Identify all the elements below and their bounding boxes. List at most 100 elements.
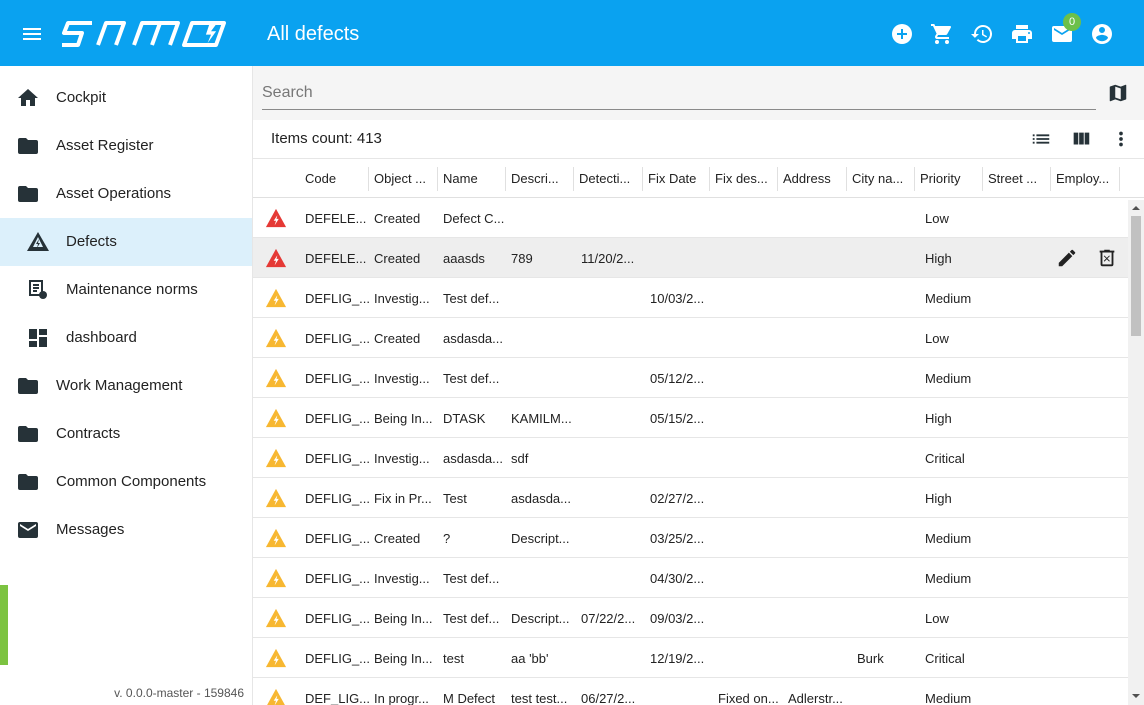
table-row[interactable]: DEFELE... Created Defect C... Low	[253, 198, 1128, 238]
table-row[interactable]: DEFLIG_... Investig... Test def... 05/12/2.…	[253, 358, 1128, 398]
table-cell: DEFLIG_...	[305, 371, 369, 386]
column-divider[interactable]	[1050, 167, 1051, 191]
critical-defect-icon	[265, 248, 287, 268]
version-label: v. 0.0.0-master - 159846	[114, 686, 244, 700]
column-header[interactable]: Name	[443, 171, 501, 186]
table-cell: 04/30/2...	[650, 571, 705, 586]
add-circle-icon[interactable]	[890, 22, 914, 46]
history-icon[interactable]	[970, 22, 994, 46]
status-indicator-bar	[0, 585, 8, 665]
warning-defect-icon	[265, 368, 287, 388]
page-title: All defects	[267, 23, 360, 45]
sidebar-item-contracts[interactable]: Contracts	[0, 410, 252, 458]
delete-icon[interactable]	[1096, 247, 1118, 269]
print-icon[interactable]	[1010, 22, 1034, 46]
columns-icon[interactable]	[1070, 128, 1092, 150]
column-header[interactable]: City na...	[852, 171, 910, 186]
table-cell: asdasda...	[511, 491, 571, 506]
sidebar-item-label: Maintenance norms	[66, 281, 198, 298]
column-divider[interactable]	[914, 167, 915, 191]
table-cell: DEFLIG_...	[305, 331, 369, 346]
column-divider[interactable]	[573, 167, 574, 191]
table-row[interactable]: DEFLIG_... Created asdasda... Low	[253, 318, 1128, 358]
scroll-thumb[interactable]	[1131, 216, 1141, 336]
vertical-scrollbar[interactable]	[1128, 200, 1144, 705]
sidebar-item-label: Common Components	[56, 473, 207, 490]
table-row[interactable]: DEFELE... Created aaasds 789 11/20/2... High	[253, 238, 1128, 278]
home-icon	[18, 89, 38, 106]
table-cell: Being In...	[374, 651, 433, 666]
sidebar-item-asset-operations[interactable]: Asset Operations	[0, 170, 252, 218]
column-header[interactable]: Fix des...	[715, 171, 773, 186]
column-header[interactable]: Object ...	[374, 171, 432, 186]
table-row[interactable]: DEF_LIG... In progr... M Defect test test..…	[253, 678, 1128, 705]
table-cell: aa 'bb'	[511, 651, 549, 666]
warning-defect-icon	[265, 608, 287, 628]
map-icon[interactable]	[1107, 82, 1129, 104]
table-cell: Low	[925, 211, 949, 226]
table-cell: Created	[374, 331, 421, 346]
sidebar-item-asset-register[interactable]: Asset Register	[0, 122, 252, 170]
column-header[interactable]: Employ...	[1056, 171, 1116, 186]
table-row[interactable]: DEFLIG_... Investig... Test def... 10/03/2.…	[253, 278, 1128, 318]
sidebar-item-dashboard[interactable]: dashboard	[0, 314, 252, 362]
column-divider[interactable]	[1119, 167, 1120, 191]
cart-icon[interactable]	[930, 22, 954, 46]
table-cell: DTASK	[443, 411, 486, 426]
column-header[interactable]: Address	[783, 171, 841, 186]
sidebar-item-cockpit[interactable]: Cockpit	[0, 74, 252, 122]
column-divider[interactable]	[437, 167, 438, 191]
more-vert-icon[interactable]	[1110, 128, 1132, 150]
table-row[interactable]: DEFLIG_... Created? Descript... 03/25/2... M…	[253, 518, 1128, 558]
column-divider[interactable]	[368, 167, 369, 191]
account-icon[interactable]	[1090, 22, 1114, 46]
table-cell: DEFLIG_...	[305, 611, 369, 626]
table-cell: Fix in Pr...	[374, 491, 432, 506]
column-divider[interactable]	[505, 167, 506, 191]
menu-icon[interactable]	[20, 22, 44, 46]
edit-icon[interactable]	[1056, 247, 1078, 269]
sidebar-item-maintenance-norms[interactable]: Maintenance norms	[0, 266, 252, 314]
column-header[interactable]: Priority	[920, 171, 978, 186]
table-cell: Investig...	[374, 371, 430, 386]
sidebar-item-messages[interactable]: Messages	[0, 506, 252, 554]
table-cell: DEFELE...	[305, 251, 367, 266]
sidebar-item-common-components[interactable]: Common Components	[0, 458, 252, 506]
sidebar-item-label: Work Management	[56, 377, 183, 394]
table-cell: Test def...	[443, 371, 500, 386]
column-header[interactable]: Code	[305, 171, 363, 186]
column-divider[interactable]	[982, 167, 983, 191]
table-row[interactable]: DEFLIG_... Being In... test aa 'bb' 12/19/2.…	[253, 638, 1128, 678]
table-cell: 02/27/2...	[650, 491, 705, 506]
table-cell: Created	[374, 251, 421, 266]
warning-defect-icon	[265, 488, 287, 508]
column-divider[interactable]	[846, 167, 847, 191]
table-row[interactable]: DEFLIG_... Investig... asdasda... sdf Critic…	[253, 438, 1128, 478]
column-header[interactable]: Detecti...	[579, 171, 637, 186]
scroll-down-icon[interactable]	[1132, 692, 1140, 700]
list-view-icon[interactable]	[1030, 128, 1052, 150]
sidebar-item-defects[interactable]: Defects	[0, 218, 252, 266]
column-divider[interactable]	[709, 167, 710, 191]
table-row[interactable]: DEFLIG_... Being In... Test def... Descript…	[253, 598, 1128, 638]
table-cell: Investig...	[374, 451, 430, 466]
column-divider[interactable]	[777, 167, 778, 191]
table-cell: 10/03/2...	[650, 291, 705, 306]
table-row[interactable]: DEFLIG_... Fix in Pr... Test asdasda... 02/2…	[253, 478, 1128, 518]
sidebar-item-work-management[interactable]: Work Management	[0, 362, 252, 410]
table-cell: 05/12/2...	[650, 371, 705, 386]
table-cell: M Defect	[443, 691, 496, 705]
table-row[interactable]: DEFLIG_... Investig... Test def... 04/30/2.…	[253, 558, 1128, 598]
column-divider[interactable]	[642, 167, 643, 191]
column-header[interactable]: Descri...	[511, 171, 569, 186]
folder-icon	[18, 426, 38, 442]
column-header[interactable]: Street ...	[988, 171, 1046, 186]
dashboard-icon	[29, 329, 47, 347]
scroll-up-icon[interactable]	[1132, 204, 1140, 212]
search-input[interactable]	[262, 76, 1096, 110]
column-header[interactable]: Fix Date	[648, 171, 706, 186]
table-cell: Fixed on...	[718, 691, 779, 705]
sidebar-item-label: Asset Register	[56, 137, 154, 154]
table-row[interactable]: DEFLIG_... Being In... DTASK KAMILM... 05/15…	[253, 398, 1128, 438]
table-cell: KAMILM...	[511, 411, 572, 426]
